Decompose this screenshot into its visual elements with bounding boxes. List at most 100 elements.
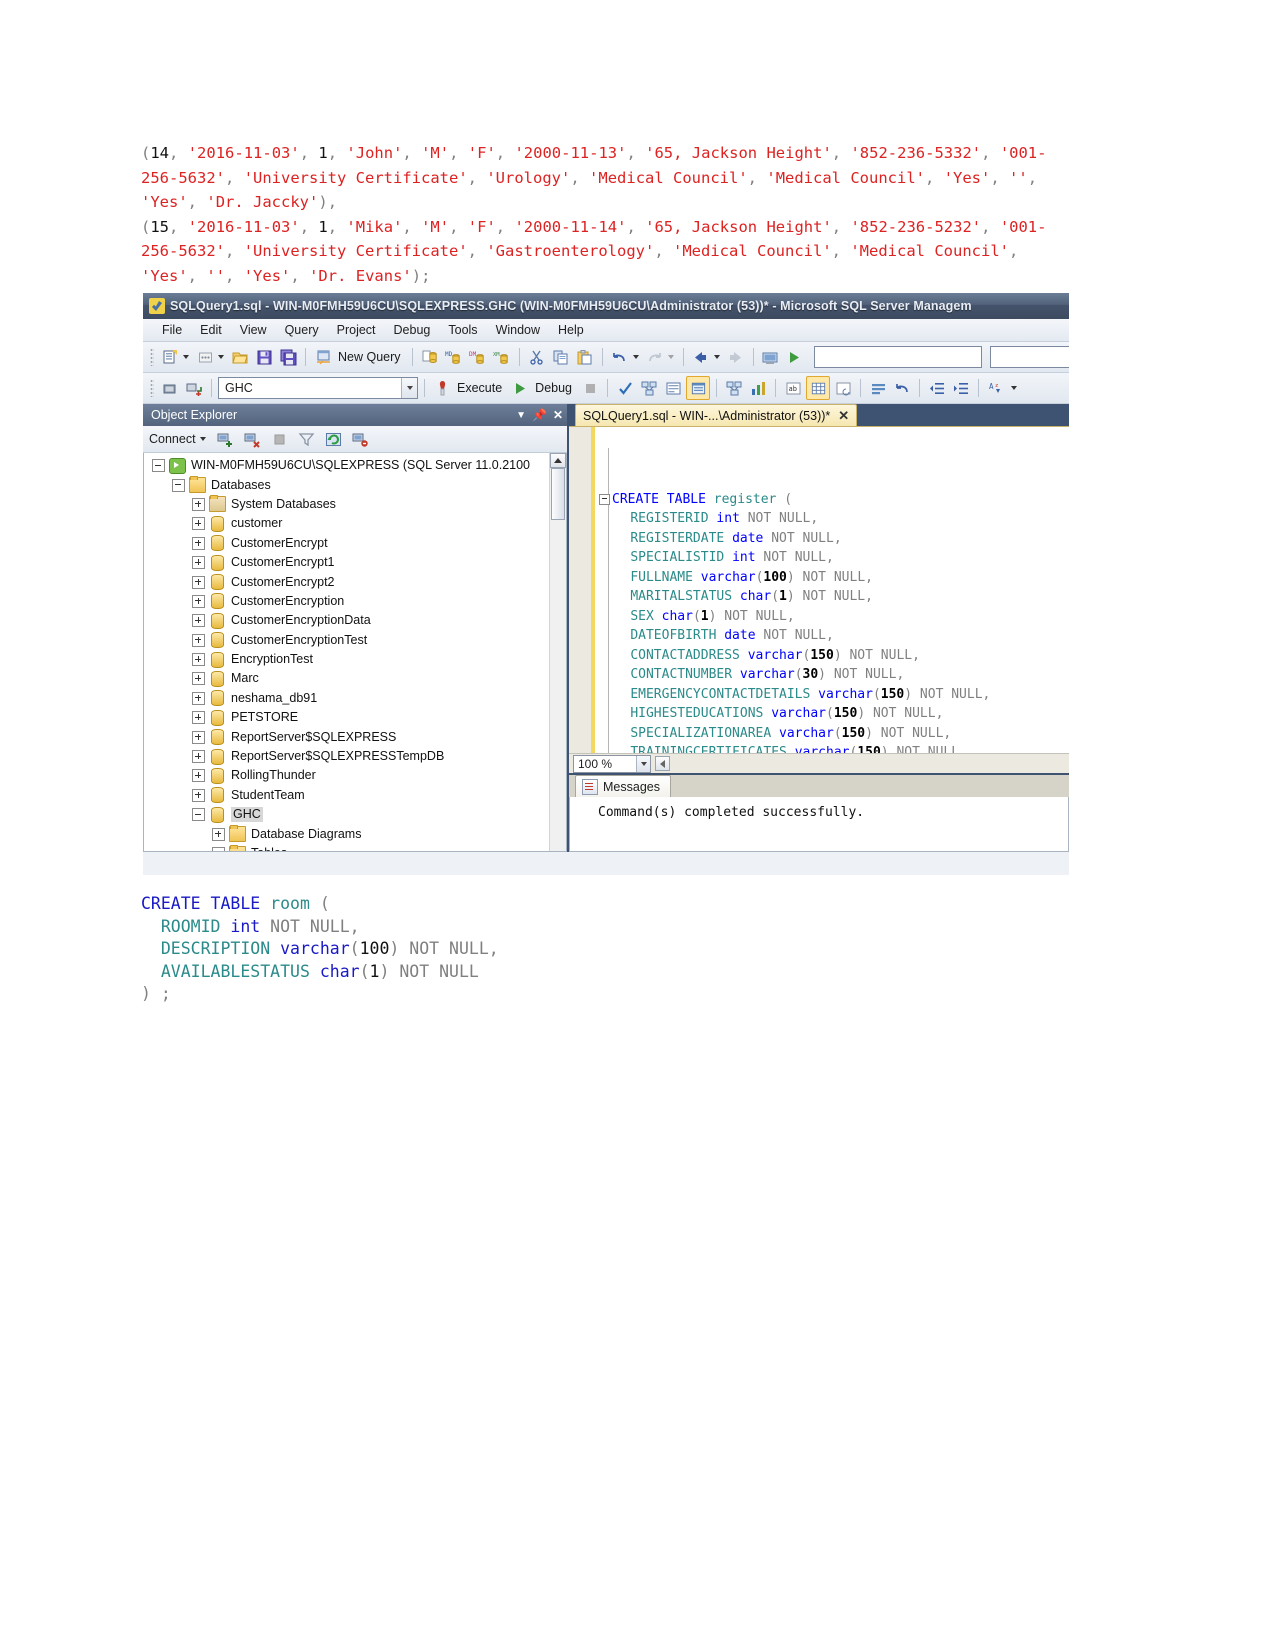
display-estimated-execution-plan-icon[interactable] xyxy=(638,377,660,399)
new-query-label[interactable]: New Query xyxy=(336,350,406,364)
results-to-file-mode-icon[interactable] xyxy=(832,377,854,399)
tree-node[interactable]: ReportServer$SQLEXPRESSTempDB xyxy=(144,747,566,766)
filter-icon[interactable] xyxy=(296,428,318,450)
tree-node[interactable]: System Databases xyxy=(144,495,566,514)
decrease-indent-icon[interactable] xyxy=(926,377,948,399)
expand-icon[interactable] xyxy=(192,750,205,764)
scroll-up-arrow-icon[interactable] xyxy=(550,453,566,468)
menu-item-file[interactable]: File xyxy=(153,321,191,339)
stop-icon[interactable] xyxy=(269,428,291,450)
expand-icon[interactable] xyxy=(192,594,205,608)
new-analysis-services-xmla-query-icon[interactable]: XM xyxy=(491,346,513,368)
redo-dropdown-icon[interactable] xyxy=(667,355,674,359)
specify-values-for-template-parameters-icon[interactable]: Az xyxy=(985,377,1007,399)
scrollbar-thumb[interactable] xyxy=(551,468,565,520)
expand-icon[interactable] xyxy=(212,827,225,841)
expand-icon[interactable] xyxy=(192,536,205,550)
disconnect-object-explorer-icon[interactable] xyxy=(242,428,264,450)
tree-node[interactable]: CustomerEncryptionTest xyxy=(144,631,566,650)
toolbar-overflow-icon[interactable] xyxy=(1011,386,1018,390)
new-analysis-services-dmx-query-icon[interactable]: DM xyxy=(467,346,489,368)
include-client-statistics-icon[interactable] xyxy=(747,377,769,399)
query-options-icon[interactable] xyxy=(662,377,684,399)
navigate-backward-icon[interactable] xyxy=(690,346,712,368)
scroll-left-arrow-icon[interactable] xyxy=(655,756,670,771)
tree-node[interactable]: RollingThunder xyxy=(144,766,566,785)
zoom-level-combo[interactable]: 100 % xyxy=(573,754,651,773)
tree-node[interactable]: CustomerEncrypt xyxy=(144,534,566,553)
menu-item-project[interactable]: Project xyxy=(328,321,385,339)
menu-item-view[interactable]: View xyxy=(231,321,276,339)
tree-node[interactable]: customer xyxy=(144,514,566,533)
tab-messages[interactable]: Messages xyxy=(575,775,671,797)
solution-config-combo[interactable] xyxy=(989,346,1069,368)
menu-item-help[interactable]: Help xyxy=(549,321,593,339)
change-connection-icon[interactable] xyxy=(183,377,205,399)
tree-node[interactable]: GHC xyxy=(144,805,566,824)
object-explorer-scrollbar[interactable] xyxy=(549,453,566,851)
parse-icon[interactable] xyxy=(614,377,636,399)
toolbar-grip[interactable] xyxy=(150,348,154,366)
collapse-region-icon[interactable] xyxy=(599,493,610,505)
auto-hide-pin-icon[interactable]: 📌 xyxy=(532,408,547,422)
expand-icon[interactable] xyxy=(192,614,205,628)
navigate-backward-dropdown-icon[interactable] xyxy=(713,355,720,359)
expand-icon[interactable] xyxy=(192,691,205,705)
collapse-icon[interactable] xyxy=(152,459,165,473)
collapse-icon[interactable] xyxy=(192,808,205,822)
sql-editor[interactable]: CREATE TABLE register ( REGISTERID int N… xyxy=(569,426,1069,753)
new-project-dropdown-icon[interactable] xyxy=(183,355,189,359)
expand-icon[interactable] xyxy=(192,575,205,589)
tree-node[interactable]: PETSTORE xyxy=(144,708,566,727)
menu-item-window[interactable]: Window xyxy=(487,321,549,339)
new-query-icon[interactable] xyxy=(312,346,334,368)
new-project-icon[interactable] xyxy=(159,346,181,368)
expand-icon[interactable] xyxy=(192,769,205,783)
expand-icon[interactable] xyxy=(192,517,205,531)
expand-icon[interactable] xyxy=(192,556,205,570)
results-to-text-icon[interactable] xyxy=(686,376,711,400)
chevron-down-icon[interactable]: ▼ xyxy=(516,410,526,421)
debug-label[interactable]: Debug xyxy=(533,381,577,395)
cut-icon[interactable] xyxy=(526,346,548,368)
menu-item-tools[interactable]: Tools xyxy=(439,321,486,339)
open-file-icon[interactable] xyxy=(229,346,251,368)
connect-button[interactable]: Connect xyxy=(149,432,210,446)
paste-icon[interactable] xyxy=(574,346,596,368)
tree-node[interactable]: WIN-M0FMH59U6CU\SQLEXPRESS (SQL Server 1… xyxy=(144,456,566,475)
expand-icon[interactable] xyxy=(192,711,205,725)
tree-node[interactable]: neshama_db91 xyxy=(144,689,566,708)
execute-label[interactable]: Execute xyxy=(455,381,507,395)
undo-icon[interactable] xyxy=(609,346,631,368)
execute-icon[interactable] xyxy=(431,377,453,399)
registered-servers-icon[interactable] xyxy=(760,346,782,368)
close-icon[interactable]: ✕ xyxy=(553,408,563,422)
connect-dropdown-icon[interactable] xyxy=(199,437,206,441)
toolbar-grip[interactable] xyxy=(150,379,154,397)
increase-indent-icon[interactable] xyxy=(950,377,972,399)
navigate-forward-icon[interactable] xyxy=(725,346,747,368)
results-to-text-mode-icon[interactable]: ab xyxy=(782,377,804,399)
zoom-combo-arrow[interactable] xyxy=(636,755,650,772)
expand-icon[interactable] xyxy=(192,653,205,667)
sql-editor-code[interactable]: CREATE TABLE register ( REGISTERID int N… xyxy=(595,427,1069,753)
results-to-grid-mode-icon[interactable] xyxy=(806,376,831,400)
tree-node[interactable]: CustomerEncrypt2 xyxy=(144,572,566,591)
tree-node[interactable]: EncryptionTest xyxy=(144,650,566,669)
remove-disconnected-servers-icon[interactable] xyxy=(350,428,372,450)
new-analysis-services-mdx-query-icon[interactable]: MD xyxy=(443,346,465,368)
copy-icon[interactable] xyxy=(550,346,572,368)
tree-node[interactable]: CustomerEncryption xyxy=(144,592,566,611)
tree-node[interactable]: StudentTeam xyxy=(144,786,566,805)
new-item-icon[interactable] xyxy=(194,346,216,368)
connect-object-explorer-icon[interactable] xyxy=(215,428,237,450)
expand-icon[interactable] xyxy=(192,497,205,511)
expand-icon[interactable] xyxy=(192,788,205,802)
new-item-dropdown-icon[interactable] xyxy=(218,355,224,359)
tree-node[interactable]: Tables xyxy=(144,844,566,851)
close-icon[interactable]: ✕ xyxy=(838,408,849,424)
tree-node[interactable]: Databases xyxy=(144,475,566,494)
tree-node[interactable]: Database Diagrams xyxy=(144,824,566,843)
refresh-icon[interactable] xyxy=(323,428,345,450)
include-actual-execution-plan-icon[interactable] xyxy=(723,377,745,399)
